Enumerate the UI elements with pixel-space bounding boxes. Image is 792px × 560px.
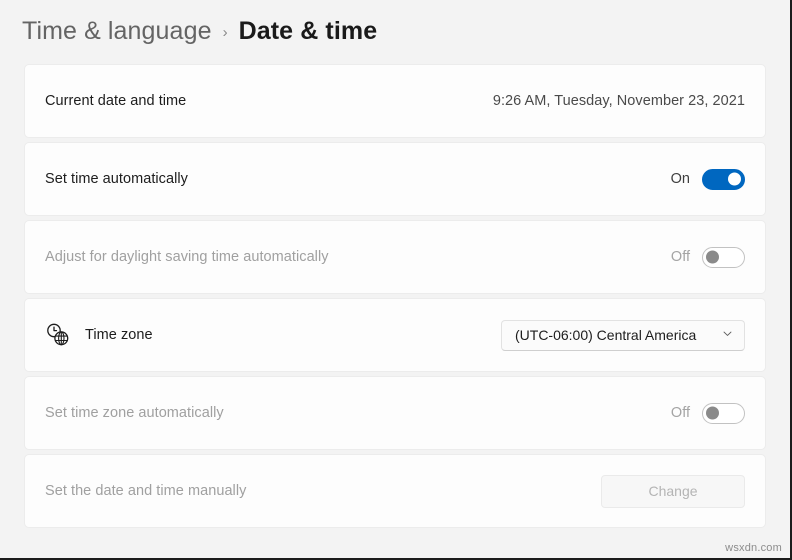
toggle-wrap-adjust-daylight-saving: Off — [670, 246, 745, 268]
time-zone-selected-value: (UTC-06:00) Central America — [515, 327, 697, 343]
chevron-down-icon — [722, 326, 733, 344]
row-left-current-date-and-time: Current date and time — [45, 93, 493, 109]
page-title: Date & time — [238, 16, 378, 45]
toggle-knob — [728, 172, 741, 186]
row-set-time-zone-automatically: Set time zone automatically Off — [24, 376, 766, 450]
chevron-right-icon: › — [222, 23, 228, 41]
toggle-wrap-set-time-zone-automatically: Off — [670, 402, 745, 424]
settings-card-list: Current date and time 9:26 AM, Tuesday, … — [24, 64, 766, 528]
toggle-wrap-set-time-automatically: On — [670, 168, 745, 190]
breadcrumb: Time & language › Date & time — [0, 0, 790, 48]
row-left-set-date-time-manually: Set the date and time manually — [45, 483, 601, 499]
row-label-set-time-automatically: Set time automatically — [45, 171, 188, 187]
row-adjust-daylight-saving: Adjust for daylight saving time automati… — [24, 220, 766, 294]
row-label-current-date-and-time: Current date and time — [45, 93, 187, 109]
toggle-knob — [706, 406, 719, 420]
toggle-state-adjust-daylight-saving: Off — [670, 249, 690, 265]
row-label-set-time-zone-automatically: Set time zone automatically — [45, 405, 224, 421]
row-left-time-zone: Time zone — [45, 322, 501, 348]
row-left-set-time-zone-automatically: Set time zone automatically — [45, 405, 671, 421]
row-time-zone: Time zone (UTC-06:00) Central America — [24, 298, 766, 372]
row-label-adjust-daylight-saving: Adjust for daylight saving time automati… — [45, 249, 329, 265]
row-label-time-zone: Time zone — [85, 327, 153, 343]
row-set-time-automatically: Set time automatically On — [24, 142, 766, 216]
toggle-set-time-automatically[interactable] — [702, 168, 745, 190]
clock-globe-icon — [45, 322, 85, 348]
current-date-and-time-value: 9:26 AM, Tuesday, November 23, 2021 — [492, 93, 745, 109]
toggle-adjust-daylight-saving[interactable] — [702, 246, 745, 268]
toggle-set-time-zone-automatically[interactable] — [702, 402, 745, 424]
row-left-adjust-daylight-saving: Adjust for daylight saving time automati… — [45, 249, 671, 265]
row-left-set-time-automatically: Set time automatically — [45, 171, 671, 187]
row-set-date-time-manually: Set the date and time manually Change — [24, 454, 766, 528]
breadcrumb-parent-link[interactable]: Time & language — [22, 17, 212, 46]
change-button[interactable]: Change — [601, 474, 745, 508]
toggle-state-set-time-zone-automatically: Off — [670, 405, 690, 421]
toggle-state-set-time-automatically: On — [670, 171, 690, 187]
row-current-date-and-time: Current date and time 9:26 AM, Tuesday, … — [24, 64, 766, 138]
row-label-set-date-time-manually: Set the date and time manually — [45, 483, 247, 499]
time-zone-dropdown[interactable]: (UTC-06:00) Central America — [501, 319, 745, 351]
toggle-knob — [706, 250, 719, 264]
watermark: wsxdn.com — [725, 542, 782, 554]
